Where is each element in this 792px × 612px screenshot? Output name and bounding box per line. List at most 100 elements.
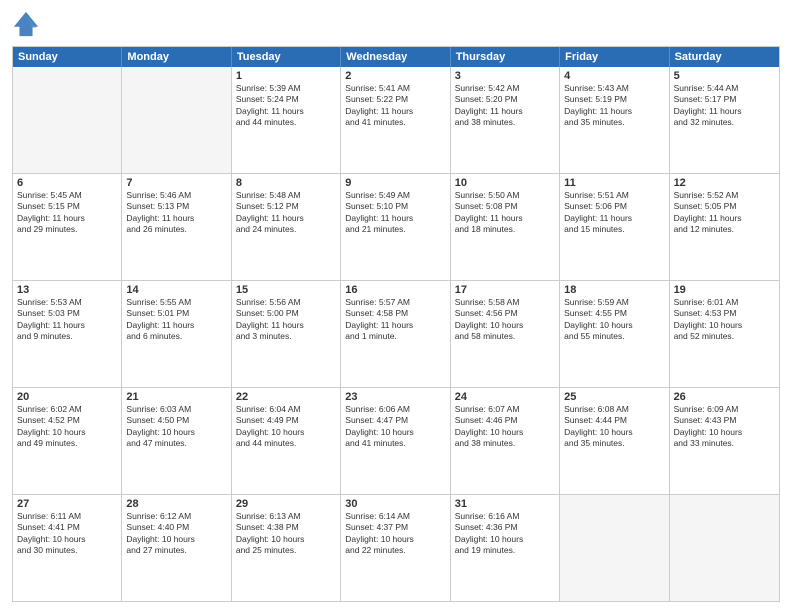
day-header-thursday: Thursday: [451, 47, 560, 67]
day-number: 10: [455, 177, 555, 189]
calendar-row-1: 6Sunrise: 5:45 AM Sunset: 5:15 PM Daylig…: [13, 173, 779, 280]
day-number: 26: [674, 391, 775, 403]
calendar-cell-3-2: 22Sunrise: 6:04 AM Sunset: 4:49 PM Dayli…: [232, 388, 341, 494]
calendar-cell-1-6: 12Sunrise: 5:52 AM Sunset: 5:05 PM Dayli…: [670, 174, 779, 280]
calendar-cell-2-0: 13Sunrise: 5:53 AM Sunset: 5:03 PM Dayli…: [13, 281, 122, 387]
cell-info: Sunrise: 5:55 AM Sunset: 5:01 PM Dayligh…: [126, 297, 226, 343]
day-number: 14: [126, 284, 226, 296]
calendar-cell-2-2: 15Sunrise: 5:56 AM Sunset: 5:00 PM Dayli…: [232, 281, 341, 387]
calendar-cell-4-6: [670, 495, 779, 601]
cell-info: Sunrise: 6:08 AM Sunset: 4:44 PM Dayligh…: [564, 404, 664, 450]
cell-info: Sunrise: 5:53 AM Sunset: 5:03 PM Dayligh…: [17, 297, 117, 343]
calendar-cell-0-4: 3Sunrise: 5:42 AM Sunset: 5:20 PM Daylig…: [451, 67, 560, 173]
day-number: 24: [455, 391, 555, 403]
day-header-wednesday: Wednesday: [341, 47, 450, 67]
calendar-cell-4-0: 27Sunrise: 6:11 AM Sunset: 4:41 PM Dayli…: [13, 495, 122, 601]
cell-info: Sunrise: 6:09 AM Sunset: 4:43 PM Dayligh…: [674, 404, 775, 450]
calendar-cell-4-4: 31Sunrise: 6:16 AM Sunset: 4:36 PM Dayli…: [451, 495, 560, 601]
calendar-cell-3-4: 24Sunrise: 6:07 AM Sunset: 4:46 PM Dayli…: [451, 388, 560, 494]
calendar-cell-3-0: 20Sunrise: 6:02 AM Sunset: 4:52 PM Dayli…: [13, 388, 122, 494]
cell-info: Sunrise: 6:04 AM Sunset: 4:49 PM Dayligh…: [236, 404, 336, 450]
calendar-cell-1-1: 7Sunrise: 5:46 AM Sunset: 5:13 PM Daylig…: [122, 174, 231, 280]
cell-info: Sunrise: 5:56 AM Sunset: 5:00 PM Dayligh…: [236, 297, 336, 343]
cell-info: Sunrise: 6:12 AM Sunset: 4:40 PM Dayligh…: [126, 511, 226, 557]
calendar-cell-3-1: 21Sunrise: 6:03 AM Sunset: 4:50 PM Dayli…: [122, 388, 231, 494]
day-number: 17: [455, 284, 555, 296]
day-number: 15: [236, 284, 336, 296]
day-number: 22: [236, 391, 336, 403]
calendar-cell-1-5: 11Sunrise: 5:51 AM Sunset: 5:06 PM Dayli…: [560, 174, 669, 280]
calendar-cell-0-0: [13, 67, 122, 173]
day-number: 23: [345, 391, 445, 403]
calendar-cell-3-6: 26Sunrise: 6:09 AM Sunset: 4:43 PM Dayli…: [670, 388, 779, 494]
day-number: 20: [17, 391, 117, 403]
day-number: 1: [236, 70, 336, 82]
cell-info: Sunrise: 5:58 AM Sunset: 4:56 PM Dayligh…: [455, 297, 555, 343]
cell-info: Sunrise: 5:48 AM Sunset: 5:12 PM Dayligh…: [236, 190, 336, 236]
day-number: 27: [17, 498, 117, 510]
calendar-cell-3-5: 25Sunrise: 6:08 AM Sunset: 4:44 PM Dayli…: [560, 388, 669, 494]
day-number: 16: [345, 284, 445, 296]
cell-info: Sunrise: 5:42 AM Sunset: 5:20 PM Dayligh…: [455, 83, 555, 129]
day-number: 6: [17, 177, 117, 189]
cell-info: Sunrise: 6:06 AM Sunset: 4:47 PM Dayligh…: [345, 404, 445, 450]
calendar-cell-2-1: 14Sunrise: 5:55 AM Sunset: 5:01 PM Dayli…: [122, 281, 231, 387]
day-number: 18: [564, 284, 664, 296]
calendar: SundayMondayTuesdayWednesdayThursdayFrid…: [12, 46, 780, 602]
calendar-cell-4-5: [560, 495, 669, 601]
day-number: 21: [126, 391, 226, 403]
day-number: 4: [564, 70, 664, 82]
cell-info: Sunrise: 5:50 AM Sunset: 5:08 PM Dayligh…: [455, 190, 555, 236]
calendar-cell-0-5: 4Sunrise: 5:43 AM Sunset: 5:19 PM Daylig…: [560, 67, 669, 173]
calendar-cell-0-2: 1Sunrise: 5:39 AM Sunset: 5:24 PM Daylig…: [232, 67, 341, 173]
cell-info: Sunrise: 5:39 AM Sunset: 5:24 PM Dayligh…: [236, 83, 336, 129]
calendar-header: SundayMondayTuesdayWednesdayThursdayFrid…: [13, 47, 779, 67]
calendar-cell-4-3: 30Sunrise: 6:14 AM Sunset: 4:37 PM Dayli…: [341, 495, 450, 601]
day-number: 19: [674, 284, 775, 296]
cell-info: Sunrise: 5:46 AM Sunset: 5:13 PM Dayligh…: [126, 190, 226, 236]
calendar-cell-1-3: 9Sunrise: 5:49 AM Sunset: 5:10 PM Daylig…: [341, 174, 450, 280]
cell-info: Sunrise: 6:13 AM Sunset: 4:38 PM Dayligh…: [236, 511, 336, 557]
cell-info: Sunrise: 5:57 AM Sunset: 4:58 PM Dayligh…: [345, 297, 445, 343]
calendar-cell-2-3: 16Sunrise: 5:57 AM Sunset: 4:58 PM Dayli…: [341, 281, 450, 387]
calendar-cell-0-1: [122, 67, 231, 173]
calendar-cell-4-2: 29Sunrise: 6:13 AM Sunset: 4:38 PM Dayli…: [232, 495, 341, 601]
day-number: 11: [564, 177, 664, 189]
day-number: 8: [236, 177, 336, 189]
day-header-monday: Monday: [122, 47, 231, 67]
calendar-cell-4-1: 28Sunrise: 6:12 AM Sunset: 4:40 PM Dayli…: [122, 495, 231, 601]
cell-info: Sunrise: 5:45 AM Sunset: 5:15 PM Dayligh…: [17, 190, 117, 236]
day-number: 12: [674, 177, 775, 189]
calendar-cell-1-0: 6Sunrise: 5:45 AM Sunset: 5:15 PM Daylig…: [13, 174, 122, 280]
calendar-row-4: 27Sunrise: 6:11 AM Sunset: 4:41 PM Dayli…: [13, 494, 779, 601]
day-header-friday: Friday: [560, 47, 669, 67]
cell-info: Sunrise: 6:14 AM Sunset: 4:37 PM Dayligh…: [345, 511, 445, 557]
day-number: 31: [455, 498, 555, 510]
calendar-row-3: 20Sunrise: 6:02 AM Sunset: 4:52 PM Dayli…: [13, 387, 779, 494]
calendar-cell-0-6: 5Sunrise: 5:44 AM Sunset: 5:17 PM Daylig…: [670, 67, 779, 173]
page-container: SundayMondayTuesdayWednesdayThursdayFrid…: [0, 0, 792, 612]
calendar-cell-2-6: 19Sunrise: 6:01 AM Sunset: 4:53 PM Dayli…: [670, 281, 779, 387]
cell-info: Sunrise: 6:03 AM Sunset: 4:50 PM Dayligh…: [126, 404, 226, 450]
day-header-sunday: Sunday: [13, 47, 122, 67]
day-header-saturday: Saturday: [670, 47, 779, 67]
calendar-cell-1-4: 10Sunrise: 5:50 AM Sunset: 5:08 PM Dayli…: [451, 174, 560, 280]
day-number: 2: [345, 70, 445, 82]
day-number: 5: [674, 70, 775, 82]
calendar-body: 1Sunrise: 5:39 AM Sunset: 5:24 PM Daylig…: [13, 67, 779, 601]
calendar-cell-3-3: 23Sunrise: 6:06 AM Sunset: 4:47 PM Dayli…: [341, 388, 450, 494]
cell-info: Sunrise: 5:43 AM Sunset: 5:19 PM Dayligh…: [564, 83, 664, 129]
cell-info: Sunrise: 6:01 AM Sunset: 4:53 PM Dayligh…: [674, 297, 775, 343]
day-number: 29: [236, 498, 336, 510]
day-number: 9: [345, 177, 445, 189]
cell-info: Sunrise: 6:07 AM Sunset: 4:46 PM Dayligh…: [455, 404, 555, 450]
cell-info: Sunrise: 5:49 AM Sunset: 5:10 PM Dayligh…: [345, 190, 445, 236]
day-number: 13: [17, 284, 117, 296]
cell-info: Sunrise: 5:51 AM Sunset: 5:06 PM Dayligh…: [564, 190, 664, 236]
header: [12, 10, 780, 38]
calendar-cell-2-5: 18Sunrise: 5:59 AM Sunset: 4:55 PM Dayli…: [560, 281, 669, 387]
cell-info: Sunrise: 5:41 AM Sunset: 5:22 PM Dayligh…: [345, 83, 445, 129]
calendar-row-0: 1Sunrise: 5:39 AM Sunset: 5:24 PM Daylig…: [13, 67, 779, 173]
calendar-cell-2-4: 17Sunrise: 5:58 AM Sunset: 4:56 PM Dayli…: [451, 281, 560, 387]
calendar-cell-1-2: 8Sunrise: 5:48 AM Sunset: 5:12 PM Daylig…: [232, 174, 341, 280]
